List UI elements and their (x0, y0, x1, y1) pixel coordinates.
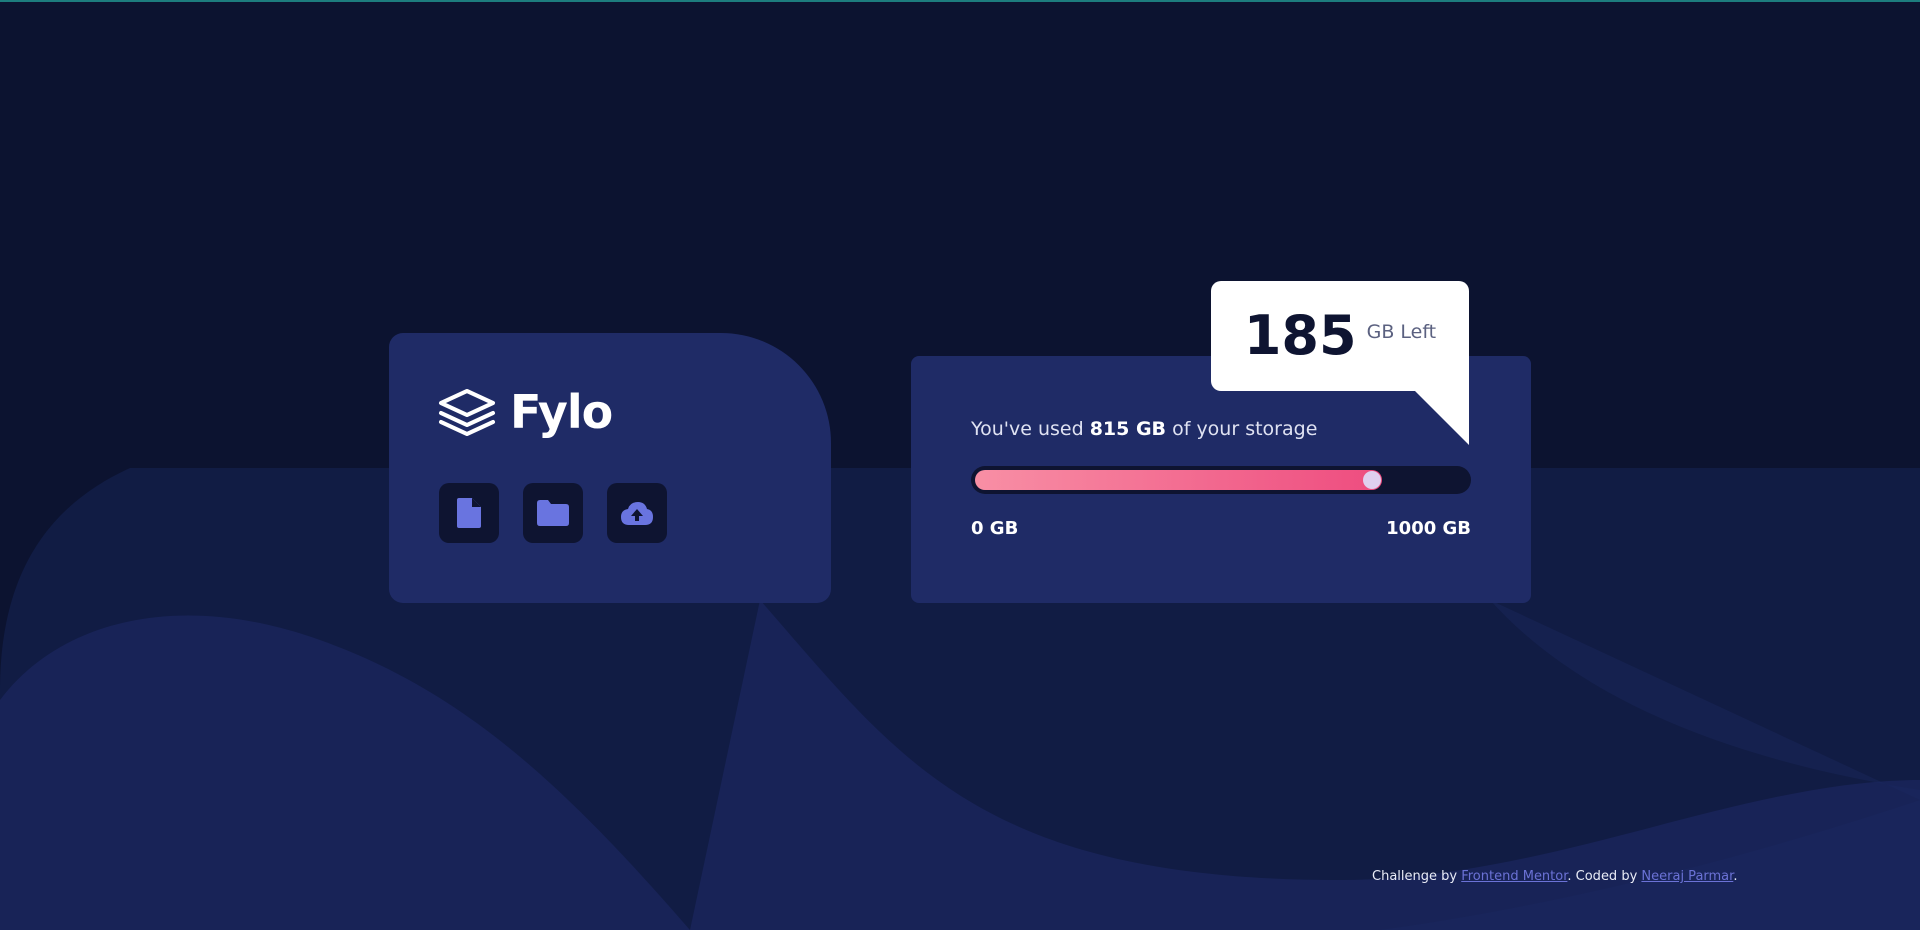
progress-knob (1363, 471, 1381, 489)
folder-button[interactable] (523, 483, 583, 543)
brand-name: Fylo (510, 385, 613, 439)
storage-usage-text: You've used 815 GB of your storage (971, 418, 1317, 440)
storage-remaining-callout: 185 GB Left (1211, 281, 1469, 391)
frontend-mentor-link[interactable]: Frontend Mentor (1461, 869, 1567, 884)
callout-tail (1415, 391, 1469, 445)
page: Fylo You've used 815 GB of your storage … (0, 0, 1920, 930)
document-button[interactable] (439, 483, 499, 543)
folder-icon (537, 500, 569, 526)
cloud-upload-icon (621, 502, 653, 525)
usage-value: 815 GB (1089, 418, 1167, 440)
remaining-amount: 185 (1243, 304, 1357, 367)
range-min-label: 0 GB (971, 518, 1019, 539)
attribution-prefix: Challenge by (1372, 869, 1462, 884)
storage-progress-bar (971, 466, 1471, 494)
file-action-buttons (439, 483, 667, 543)
range-max-label: 1000 GB (1386, 518, 1471, 539)
attribution: Challenge by Frontend Mentor. Coded by N… (1372, 869, 1737, 884)
author-link[interactable]: Neeraj Parmar (1641, 869, 1733, 884)
usage-prefix: You've used (971, 418, 1090, 440)
upload-button[interactable] (607, 483, 667, 543)
stacked-layers-logo-icon (439, 389, 495, 436)
logo-card: Fylo (389, 333, 831, 603)
usage-suffix: of your storage (1166, 418, 1318, 440)
storage-progress-fill (975, 470, 1382, 490)
attribution-middle: . Coded by (1567, 869, 1642, 884)
attribution-suffix: . (1733, 869, 1738, 884)
document-icon (457, 498, 481, 528)
remaining-unit: GB Left (1366, 321, 1437, 343)
brand: Fylo (438, 385, 613, 439)
